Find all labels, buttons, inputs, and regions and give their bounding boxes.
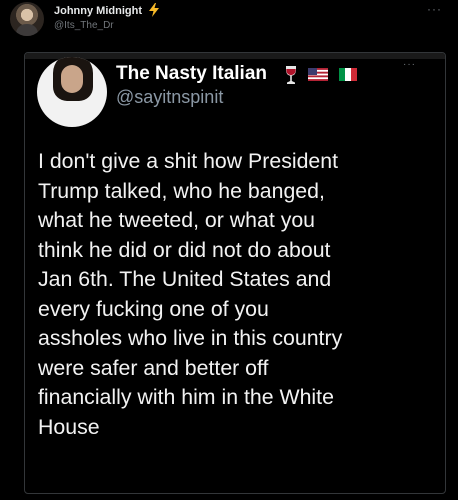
tweet-text-line: every fucking one of you [38, 296, 269, 321]
tweet-text-line: Trump talked, who he banged, [38, 178, 325, 203]
avatar-face [61, 65, 83, 93]
more-options-icon[interactable]: ··· [427, 2, 442, 16]
quoted-screenshot[interactable]: The Nasty Italian ··· @sayitnspinit I do… [24, 52, 446, 494]
tweet-text-line: I don't give a shit how President [38, 149, 339, 173]
avatar-shirt [16, 24, 38, 36]
tweet-text-line: House [38, 414, 100, 439]
tweet-text-line: assholes who live in this country [38, 326, 343, 350]
tweet: Johnny Midnight @Its_The_Dr ··· The Nast… [0, 0, 458, 500]
wine-glass-icon [286, 66, 296, 84]
quoted-more-options-icon: ··· [403, 59, 416, 70]
us-flag-icon [308, 68, 328, 81]
quoted-author-handle: @sayitnspinit [116, 87, 224, 107]
tweet-text-line: were safer and better off [38, 355, 269, 380]
tweet-text-line: Jan 6th. The United States and [38, 267, 332, 291]
author-avatar[interactable] [10, 2, 44, 36]
tweet-text-line: what he tweeted, or what you [38, 208, 316, 232]
lightning-bolt-icon [149, 3, 159, 17]
author-handle[interactable]: @Its_The_Dr [54, 20, 114, 31]
tweet-text-line: think he did or did not do about [38, 237, 331, 262]
quoted-tweet-text: I don't give a shit how President Trump … [38, 147, 438, 442]
card-top-edge [25, 53, 445, 59]
tweet-text-line: financially with him in the White [38, 385, 334, 409]
quoted-avatar [37, 57, 107, 127]
quoted-author-name: The Nasty Italian [116, 63, 267, 84]
author-name[interactable]: Johnny Midnight [54, 5, 142, 17]
italy-flag-icon [339, 68, 357, 81]
